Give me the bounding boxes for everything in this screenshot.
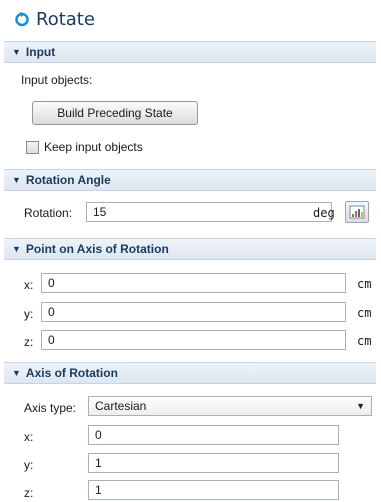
axis-x-label: x: — [24, 430, 34, 444]
section-title-input: Input — [25, 45, 56, 59]
page-title: Rotate — [36, 8, 95, 30]
point-y-input[interactable]: 0 — [41, 302, 346, 322]
axis-x-input[interactable]: 0 — [88, 425, 339, 445]
axis-z-input[interactable]: 1 — [88, 480, 339, 500]
section-header-rotation-angle[interactable]: ▼ Rotation Angle — [4, 169, 376, 191]
build-preceding-state-button[interactable]: Build Preceding State — [32, 101, 198, 125]
section-title-point-on-axis: Point on Axis of Rotation — [25, 242, 169, 256]
chevron-down-icon: ▼ — [356, 401, 365, 411]
point-z-unit: cm — [357, 334, 372, 348]
section-header-input[interactable]: ▼ Input — [4, 41, 376, 63]
axis-z-label: z: — [24, 486, 34, 500]
triangle-down-icon: ▼ — [12, 175, 21, 185]
rotation-unit: deg — [313, 206, 335, 220]
section-title-rotation-angle: Rotation Angle — [25, 173, 111, 187]
plot-button[interactable] — [345, 201, 369, 223]
axis-type-select[interactable]: Cartesian ▼ — [88, 396, 372, 416]
axis-type-label: Axis type: — [24, 401, 77, 415]
rotation-input[interactable]: 15 — [86, 202, 332, 222]
axis-type-value: Cartesian — [95, 399, 147, 413]
point-z-label: z: — [24, 335, 34, 349]
point-x-input[interactable]: 0 — [41, 273, 346, 293]
triangle-down-icon: ▼ — [12, 47, 21, 57]
point-x-unit: cm — [357, 277, 372, 291]
keep-input-objects-checkbox[interactable] — [26, 141, 39, 154]
title-bar: Rotate — [0, 0, 381, 38]
input-objects-label: Input objects: — [21, 73, 93, 87]
point-x-label: x: — [24, 278, 34, 292]
rotate-icon — [15, 12, 29, 27]
rotation-label: Rotation: — [24, 206, 73, 220]
section-title-axis-of-rotation: Axis of Rotation — [25, 366, 118, 380]
point-z-input[interactable]: 0 — [41, 330, 346, 350]
keep-input-objects-label: Keep input objects — [44, 140, 143, 154]
plot-icon — [349, 205, 365, 219]
section-header-axis-of-rotation[interactable]: ▼ Axis of Rotation — [4, 362, 376, 384]
triangle-down-icon: ▼ — [12, 368, 21, 378]
axis-y-input[interactable]: 1 — [88, 453, 339, 473]
triangle-down-icon: ▼ — [12, 244, 21, 254]
point-y-unit: cm — [357, 306, 372, 320]
point-y-label: y: — [24, 307, 34, 321]
section-header-point-on-axis[interactable]: ▼ Point on Axis of Rotation — [4, 238, 376, 260]
axis-y-label: y: — [24, 458, 34, 472]
